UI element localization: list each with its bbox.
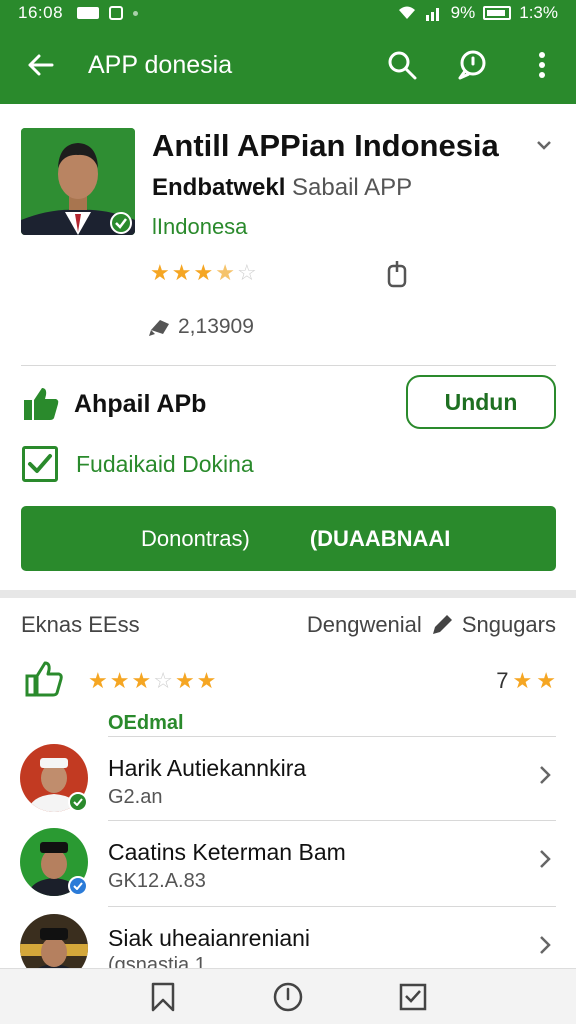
item-name: Siak uheaianreniani [108,925,311,951]
app-country: lIndonesa [152,214,248,239]
chevron-down-icon[interactable] [536,138,552,156]
download-icon [149,320,169,336]
star-icon: ★ [174,668,195,693]
checkbox-icon[interactable] [393,977,433,1017]
star-icon: ★ [88,668,108,693]
status-clock-right: 1:3% [519,3,558,22]
star-icon: ★ [512,668,533,693]
divider [108,820,556,821]
developer-line[interactable]: Endbatwekl Sabail APP [152,174,412,202]
chevron-right-icon[interactable] [538,848,552,870]
chevron-right-icon[interactable] [538,764,552,786]
rating-tail-number: 7 [496,668,509,693]
item-sub: GK12.A.83 [108,870,206,892]
star-icon: ★ [171,260,192,285]
rating-summary-row: ★ ★ ★ ☆ ★ ★ 7 ★ ★ [22,660,556,704]
star-icon: ★ [131,668,152,693]
app-rating-stars: ★ ★ ★ ★ ☆ [150,262,257,284]
dot-icon [133,10,139,16]
thumbs-up-icon [24,388,59,420]
primary-button-left-text: Donontras) [141,525,250,551]
search-icon[interactable] [382,45,422,85]
star-icon: ★ [193,260,214,285]
info-circle-icon[interactable] [268,977,308,1017]
status-time: 16:08 [18,3,64,22]
thumbs-up-outline-icon [25,661,63,697]
divider [108,736,556,737]
item-sub: G2.an [108,786,163,808]
reviews-header-right[interactable]: Sngugars [462,612,556,638]
app-bar: APP donesia [0,26,576,104]
star-empty-icon: ☆ [153,668,173,693]
reviews-header-left: Eknas EEss [21,612,140,637]
star-empty-icon: ☆ [236,260,257,285]
star-half-icon: ★ [215,260,235,285]
primary-download-button[interactable]: Donontras) (DUAABNAAI [21,506,556,571]
rating-tail: 7 ★ ★ [496,668,556,694]
item-sub: (gsnastia 1 [108,954,206,968]
verified-badge-icon [68,792,88,812]
status-bar: 16:08 9% 1:3% [0,0,576,26]
bookmark-icon[interactable] [143,977,183,1017]
device-icon [387,260,407,293]
reviews-header-mid[interactable]: Dengwenial [307,612,422,638]
developer-sub: Sabail APP [292,174,413,201]
star-icon: ★ [109,668,130,693]
star-icon: ★ [196,668,217,693]
developer-name: Endbatwekl [152,174,286,201]
verified-badge-icon [68,876,88,896]
app-icon-portrait [21,128,135,235]
item-name: Harik Autiekannkira [108,755,307,781]
app-bar-title: APP donesia [88,50,233,79]
list-item[interactable]: Caatins Keterman Bam GK12.A.83 [0,822,576,906]
divider [108,906,556,907]
checkbox[interactable] [22,446,58,482]
back-arrow-icon[interactable] [20,45,60,85]
pencil-icon[interactable] [430,613,454,637]
overflow-menu-icon[interactable] [522,45,562,85]
signal-icon [425,8,439,21]
avatar [20,914,88,968]
item-name: Caatins Keterman Bam [108,839,346,865]
list-item[interactable]: Harik Autiekannkira G2.an [0,738,576,822]
section-divider [0,590,576,598]
star-icon: ★ [150,260,170,285]
primary-button-right-text: (DUAABNAAI [309,525,451,551]
chat-icon[interactable] [452,45,492,85]
like-label: Ahpail APb [74,389,207,418]
checkbox-notification-icon [109,6,124,20]
chevron-right-icon[interactable] [538,934,552,956]
battery-percent: 9% [450,3,476,22]
star-icon: ★ [536,668,556,693]
reviews-header: Eknas EEss Dengwenial Sngugars [21,612,556,638]
checkmark-icon [28,454,52,473]
app-title: Antill APPian Indonesia [152,128,499,163]
message-icon [77,7,100,19]
checkbox-row[interactable]: Fudaikaid Dokina [22,446,254,482]
checkbox-label: Fudaikaid Dokina [76,450,254,477]
rating-summary-stars: ★ ★ ★ ☆ ★ ★ [88,670,216,692]
divider [21,365,556,366]
wifi-icon [398,6,415,19]
downloads-value: 2,13909 [178,315,254,338]
section-label: OEdmal [108,712,184,734]
downloads-count: 2,13909 [148,315,254,339]
like-row[interactable]: Ahpail APb [22,386,206,422]
install-button[interactable]: Undun [406,375,556,429]
bottom-nav-bar [0,968,576,1024]
battery-icon [483,6,512,20]
list-item[interactable]: Siak uheaianreniani (gsnastia 1 [0,908,576,968]
